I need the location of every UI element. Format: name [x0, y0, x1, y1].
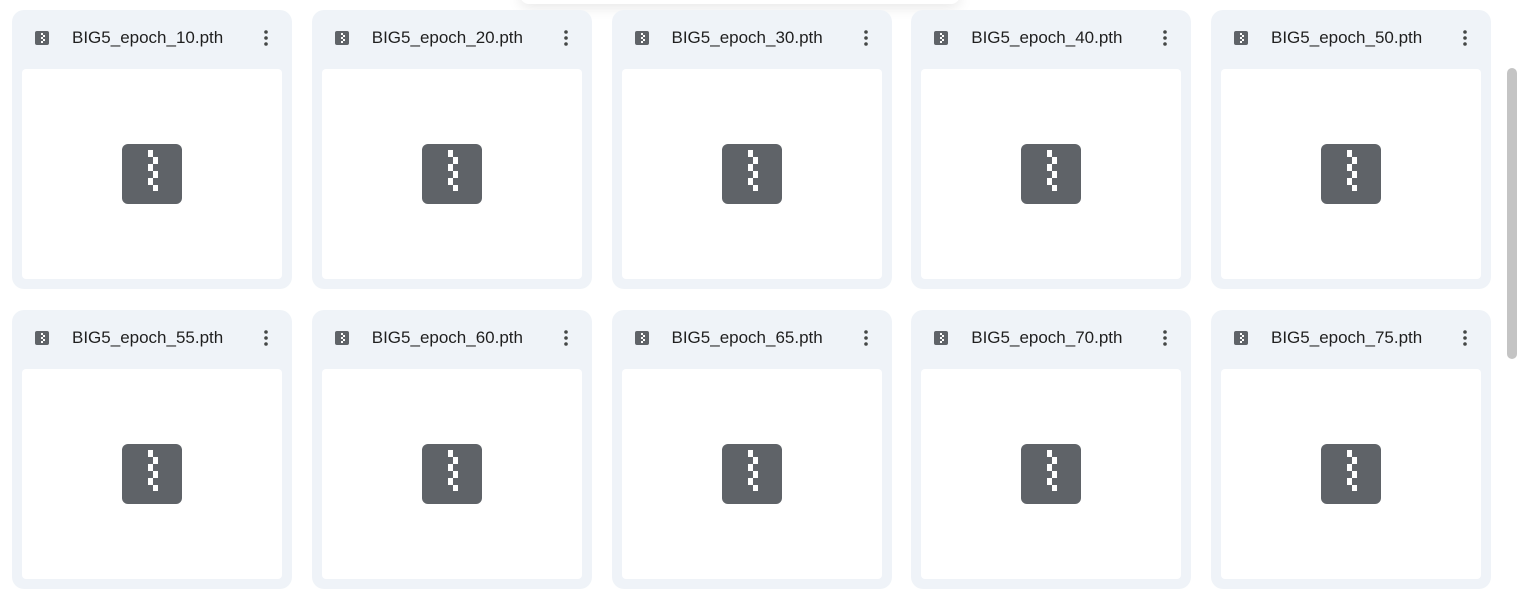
file-preview[interactable]: [621, 369, 882, 579]
file-name: BIG5_epoch_65.pth: [671, 328, 823, 347]
file-card[interactable]: BIG5_epoch_60.pth: [311, 310, 592, 589]
more-actions-button[interactable]: [252, 24, 280, 52]
file-preview[interactable]: [921, 69, 1182, 279]
file-name: BIG5_epoch_50.pth: [1271, 28, 1423, 47]
file-card-header: BIG5_epoch_65.pth: [612, 310, 892, 368]
zip-file-type-icon: [933, 330, 949, 346]
zip-archive-icon: [1021, 444, 1082, 504]
more-actions-button[interactable]: [1151, 324, 1179, 352]
zip-archive-icon: [721, 444, 782, 504]
more-vert-icon: [563, 330, 568, 346]
file-card[interactable]: BIG5_epoch_65.pth: [611, 310, 892, 589]
file-card-header: BIG5_epoch_30.pth: [612, 10, 892, 68]
zip-file-type-icon: [634, 30, 650, 46]
zip-file-type-icon: [933, 30, 949, 46]
file-name: BIG5_epoch_10.pth: [72, 28, 224, 47]
zip-archive-icon: [421, 144, 482, 204]
more-actions-button[interactable]: [852, 324, 880, 352]
more-vert-icon: [563, 30, 568, 46]
file-card[interactable]: BIG5_epoch_10.pth: [12, 10, 292, 289]
file-name: BIG5_epoch_60.pth: [371, 328, 523, 347]
zip-file-type-icon: [334, 330, 350, 346]
zip-archive-icon: [721, 144, 782, 204]
overlay-shadow: [520, 0, 960, 4]
file-preview[interactable]: [1221, 69, 1481, 279]
zip-archive-icon: [1321, 144, 1381, 204]
zip-archive-icon: [1321, 444, 1381, 504]
more-vert-icon: [1463, 30, 1467, 46]
file-name: BIG5_epoch_30.pth: [671, 28, 823, 47]
file-preview[interactable]: [22, 369, 282, 579]
more-vert-icon: [1163, 30, 1168, 46]
more-actions-button[interactable]: [552, 324, 580, 352]
file-card-header: BIG5_epoch_50.pth: [1211, 10, 1491, 68]
zip-file-type-icon: [334, 30, 350, 46]
file-card[interactable]: BIG5_epoch_30.pth: [611, 10, 892, 289]
file-name: BIG5_epoch_20.pth: [371, 28, 523, 47]
file-card-header: BIG5_epoch_60.pth: [312, 310, 592, 368]
more-vert-icon: [1163, 330, 1168, 346]
file-card-header: BIG5_epoch_70.pth: [911, 310, 1191, 368]
zip-archive-icon: [421, 444, 482, 504]
more-vert-icon: [264, 30, 268, 46]
file-grid-view: BIG5_epoch_10.pth BIG5_epoch_20.pth BIG5…: [0, 0, 1520, 607]
file-card[interactable]: BIG5_epoch_70.pth: [911, 310, 1192, 589]
file-name: BIG5_epoch_40.pth: [971, 28, 1123, 47]
file-preview[interactable]: [921, 369, 1182, 579]
more-actions-button[interactable]: [252, 324, 280, 352]
more-actions-button[interactable]: [552, 24, 580, 52]
more-actions-button[interactable]: [1451, 24, 1479, 52]
zip-file-type-icon: [1233, 330, 1249, 346]
scrollbar-thumb[interactable]: [1507, 68, 1517, 359]
file-card-header: BIG5_epoch_55.pth: [12, 310, 292, 368]
zip-file-type-icon: [1233, 30, 1249, 46]
more-actions-button[interactable]: [1451, 324, 1479, 352]
file-preview[interactable]: [1221, 369, 1481, 579]
file-name: BIG5_epoch_55.pth: [72, 328, 224, 347]
more-vert-icon: [863, 30, 868, 46]
more-vert-icon: [264, 330, 268, 346]
file-preview[interactable]: [321, 69, 582, 279]
more-actions-button[interactable]: [852, 24, 880, 52]
file-card[interactable]: BIG5_epoch_40.pth: [911, 10, 1192, 289]
more-vert-icon: [1463, 330, 1467, 346]
file-card-header: BIG5_epoch_10.pth: [12, 10, 292, 68]
file-card[interactable]: BIG5_epoch_55.pth: [12, 310, 292, 589]
file-name: BIG5_epoch_75.pth: [1271, 328, 1423, 347]
file-preview[interactable]: [621, 69, 882, 279]
file-name: BIG5_epoch_70.pth: [971, 328, 1123, 347]
zip-file-type-icon: [634, 330, 650, 346]
file-card[interactable]: BIG5_epoch_50.pth: [1211, 10, 1491, 289]
file-card-header: BIG5_epoch_20.pth: [312, 10, 592, 68]
file-preview[interactable]: [22, 69, 282, 279]
zip-archive-icon: [1021, 144, 1082, 204]
file-card-header: BIG5_epoch_40.pth: [911, 10, 1191, 68]
file-card[interactable]: BIG5_epoch_20.pth: [311, 10, 592, 289]
file-card-header: BIG5_epoch_75.pth: [1211, 310, 1491, 368]
zip-archive-icon: [122, 444, 182, 504]
more-actions-button[interactable]: [1151, 24, 1179, 52]
file-preview[interactable]: [321, 369, 582, 579]
zip-file-type-icon: [34, 330, 50, 346]
file-card[interactable]: BIG5_epoch_75.pth: [1211, 310, 1491, 589]
more-vert-icon: [863, 330, 868, 346]
zip-file-type-icon: [34, 30, 50, 46]
zip-archive-icon: [122, 144, 182, 204]
file-grid: BIG5_epoch_10.pth BIG5_epoch_20.pth BIG5…: [12, 10, 1491, 589]
